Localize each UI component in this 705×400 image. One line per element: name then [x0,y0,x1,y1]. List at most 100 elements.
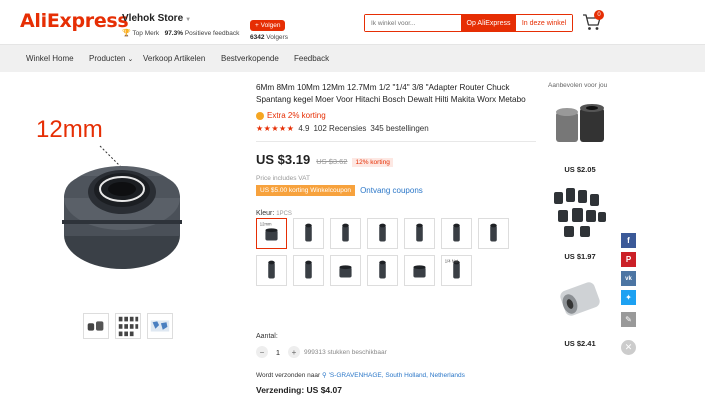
aliexpress-logo[interactable]: AliExpress [20,10,129,32]
variant-thumbnail [379,223,386,242]
cart-count-badge: 0 [594,10,604,20]
variant-option[interactable] [367,218,398,249]
location-pin-icon: ⚲ [322,372,327,379]
variant-option[interactable] [404,255,435,286]
nav-bestsellers[interactable]: Bestverkopende [221,54,279,63]
price-line: US $3.19 US $3.62 12% korting [256,152,536,167]
variant-thumbnail [268,260,275,279]
coupon-line: US $5.00 korting Winkelcoupon Ontvang co… [256,185,536,196]
followers: 6342 Volgers [250,34,288,41]
variant-option[interactable] [330,218,361,249]
variant-label: 1/4 Nut [445,259,459,264]
close-icon[interactable]: ✕ [621,340,636,355]
variant-thumbnail [416,223,423,242]
variant-thumbnail [413,265,426,278]
store-meta: 🏆 Top Merk 97.3% Positieve feedback [122,29,239,37]
top-brand-label: Top Merk [132,30,160,37]
shipping-cost: Verzending: US $4.07 [256,385,342,395]
discount-badge: 12% korting [352,158,393,167]
pinterest-icon[interactable]: P [621,252,636,267]
follow-button[interactable]: + Volgen [250,20,286,31]
recommended-item-3-price[interactable]: US $2.41 [548,339,612,348]
color-label-text: Kleur: [256,210,275,217]
get-coupons-link[interactable]: Ontvang coupons [360,186,423,195]
nav-products[interactable]: Producten ⌄ [89,54,133,63]
variant-option[interactable] [293,255,324,286]
facebook-icon[interactable]: f [621,233,636,248]
variant-option[interactable] [256,255,287,286]
search-input[interactable] [365,15,461,31]
color-label: Kleur: 1PCS [256,210,536,217]
variant-thumbnail [305,260,312,279]
trophy-icon: 🏆 [122,30,131,37]
variant-option[interactable] [441,218,472,249]
ship-to-location[interactable]: 'S-GRAVENHAGE, South Holland, Netherland… [329,372,465,379]
variant-option[interactable] [330,255,361,286]
variant-option[interactable] [404,218,435,249]
chevron-down-icon[interactable]: ▼ [185,17,191,23]
quantity-stepper: − 1 + 999313 stukken beschikbaar [256,346,387,358]
recommended-item-1-image[interactable] [548,98,612,158]
twitter-icon[interactable]: ✦ [621,290,636,305]
recommended-item-1-price[interactable]: US $2.05 [548,165,612,174]
main-product-image[interactable]: 12mm [22,110,222,305]
chevron-down-icon[interactable]: ⌄ [127,56,133,63]
orders-count: 345 bestellingen [370,124,429,133]
vk-icon[interactable]: vk [621,271,636,286]
quantity-increase-button[interactable]: + [288,346,300,358]
variant-thumbnail [490,223,497,242]
coupon-icon [256,111,264,120]
store-name-link[interactable]: Vlehok Store ▼ [122,13,239,24]
follow-block: + Volgen 6342 Volgers [250,14,288,41]
variant-option[interactable] [293,218,324,249]
search-aliexpress-button[interactable]: Op AliExpress [461,15,516,31]
ship-to: Wordt verzonden naar ⚲ 'S-GRAVENHAGE, So… [256,371,465,379]
quantity-decrease-button[interactable]: − [256,346,268,358]
variant-thumbnail [379,260,386,279]
extra-discount-text: Extra 2% korting [267,111,326,120]
followers-label: Volgers [266,34,288,41]
variant-option[interactable]: 1/4 Nut [441,255,472,286]
variant-thumbnail: 1/4 Nut [445,259,460,279]
recommended-item-2-price[interactable]: US $1.97 [548,252,612,261]
search-store-button[interactable]: In deze winkel [516,15,572,31]
variant-thumbnail: 12mm [260,222,278,241]
search-bar: Op AliExpress In deze winkel [364,14,573,32]
quantity-label: Aantal: [256,333,278,340]
product-title: 6Mm 8Mm 10Mm 12Mm 12.7Mm 1/2 "1/4" 3/8 "… [256,83,526,104]
recommended-item-3-image[interactable] [548,268,612,330]
store-info: Vlehok Store ▼ 🏆 Top Merk 97.3% Positieve… [122,13,239,37]
thumbnail-3[interactable] [147,313,173,339]
thumbnail-2[interactable] [115,313,141,339]
recommended-title: Aanbevolen voor jou [548,82,608,89]
variant-thumbnail [305,223,312,242]
followers-count: 6342 [250,34,265,41]
star-rating-icon: ★★★★★ [256,124,295,133]
nav-products-label[interactable]: Producten [89,54,125,63]
vat-note: Price includes VAT [256,175,310,182]
variant-thumbnail [342,223,349,242]
nav-feedback[interactable]: Feedback [294,54,329,63]
original-price: US $3.62 [316,157,348,166]
edit-icon[interactable]: ✎ [621,312,636,327]
nav-sale-items[interactable]: Verkoop Artikelen [143,54,205,63]
store-coupon-badge: US $5.00 korting Winkelcoupon [256,185,356,196]
variant-label: 12mm [260,222,272,227]
variant-option[interactable] [367,255,398,286]
extra-discount: Extra 2% korting [256,111,536,120]
variant-option[interactable] [478,218,509,249]
rating-line: ★★★★★ 4.9 102 Recensies 345 bestellingen [256,124,536,133]
reviews-count[interactable]: 102 Recensies [313,124,366,133]
nav-store-home[interactable]: Winkel Home [26,54,74,63]
divider [256,141,536,142]
thumbnail-1[interactable] [83,313,109,339]
rating-value: 4.9 [298,124,310,133]
variant-option[interactable]: 12mm [256,218,287,249]
feedback-percentage: 97.3% [164,30,184,37]
recommended-item-2-image[interactable] [548,180,612,245]
ship-to-label: Wordt verzonden naar [256,372,321,379]
quantity-value[interactable]: 1 [268,348,288,357]
store-nav: Winkel Home Producten ⌄ Verkoop Artikelen… [0,44,705,72]
store-name[interactable]: Vlehok Store [122,13,183,24]
variant-thumbnail [339,265,352,278]
